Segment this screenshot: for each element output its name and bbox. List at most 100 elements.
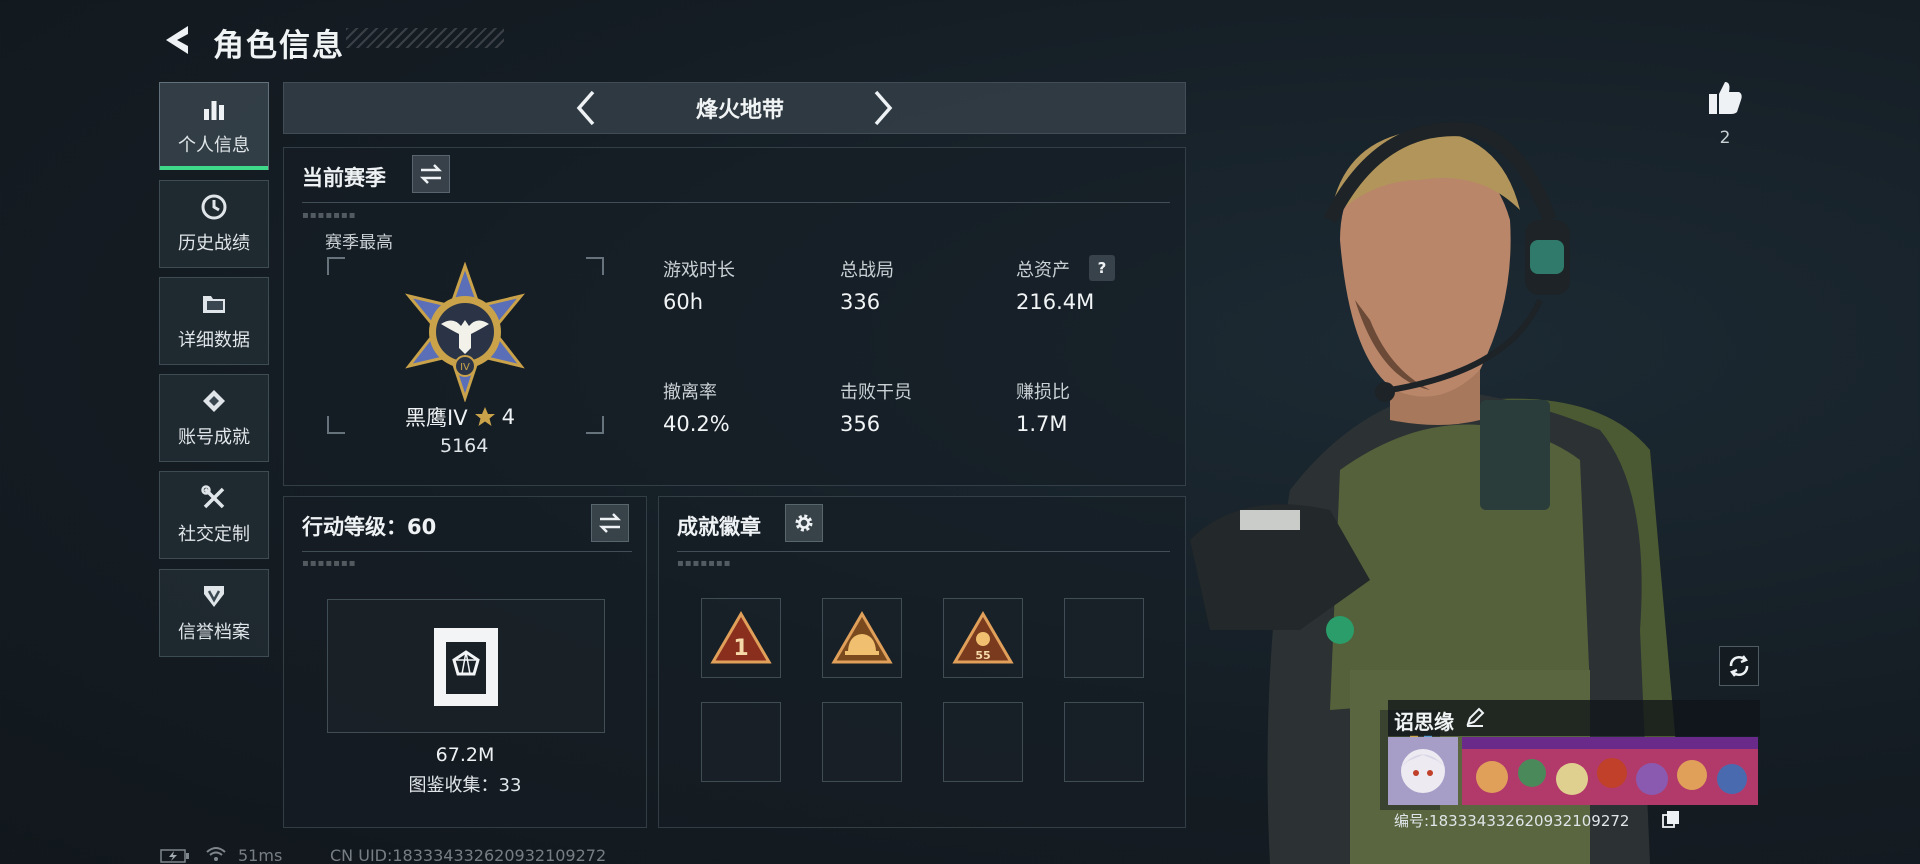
achievement-icon [203, 390, 225, 412]
stat-assets-value: 216.4M [1016, 290, 1095, 314]
eagle-rank-emblem-icon: IV [405, 261, 525, 403]
back-arrow-icon [166, 26, 188, 54]
rank-name-row: 黑鹰IV 4 [405, 402, 515, 432]
mode-prev-button[interactable] [571, 88, 601, 128]
stat-profit-ratio-value: 1.7M [1016, 412, 1068, 436]
pencil-icon [1466, 707, 1485, 727]
avatar[interactable] [1388, 737, 1458, 805]
bar-chart-icon [204, 101, 224, 120]
rank-stars: 4 [501, 405, 515, 429]
badge-number: 55 [975, 649, 990, 662]
season-panel-title: 当前赛季 [302, 166, 386, 190]
swap-arrows-icon [598, 513, 622, 533]
sidebar-item-label: 历史战绩 [178, 233, 250, 254]
badges-panel-title: 成就徽章 [677, 515, 761, 539]
badge-slot-empty[interactable] [943, 702, 1023, 782]
badge-number: 1 [733, 636, 748, 661]
stat-extract-rate-label: 撤离率 [663, 382, 717, 403]
stat-kills-label: 击败干员 [840, 382, 912, 403]
divider [302, 551, 632, 552]
sidebar-item-label: 信誉档案 [178, 622, 250, 643]
stat-assets-label: 总资产 [1016, 260, 1070, 281]
sidebar-item-history[interactable]: 历史战绩 [159, 180, 269, 268]
divider [302, 202, 1170, 203]
divider [677, 551, 1170, 552]
frame-corner [586, 257, 604, 275]
season-switch-button[interactable] [412, 155, 450, 193]
stat-playtime-label: 游戏时长 [663, 260, 735, 281]
stat-matches-value: 336 [840, 290, 881, 314]
rotate-icon [1729, 655, 1749, 677]
collection-count: 图鉴收集：33 [408, 775, 522, 796]
stat-matches-label: 总战局 [840, 260, 894, 281]
anime-avatar-image [1388, 737, 1458, 805]
sidebar-item-label: 个人信息 [178, 135, 250, 156]
mode-next-button[interactable] [868, 88, 898, 128]
edit-name-button[interactable] [1464, 706, 1486, 728]
player-name: 诏思缘 [1394, 710, 1454, 734]
badge-slot-empty[interactable] [1064, 598, 1144, 678]
sidebar-item-details[interactable]: 详细数据 [159, 277, 269, 365]
copy-id-button[interactable] [1662, 810, 1680, 828]
vault-gem-icon [434, 628, 498, 706]
help-icon: ? [1097, 259, 1107, 277]
badge-slot[interactable]: 55 [943, 598, 1023, 678]
helmet-triangle-badge [831, 611, 893, 664]
chevron-left-icon [576, 90, 595, 126]
svg-text:IV: IV [460, 362, 470, 373]
name-card-banner[interactable] [1462, 737, 1758, 805]
rank-score: 5164 [440, 435, 489, 457]
stat-extract-rate-value: 40.2% [663, 412, 730, 436]
stat-kills-value: 356 [840, 412, 881, 436]
ping-value: 51ms [238, 846, 283, 864]
badge-slot-empty[interactable] [1064, 702, 1144, 782]
gear-icon [795, 514, 813, 532]
level-value: 67.2M [435, 744, 495, 766]
star-icon [474, 407, 495, 426]
season-best-label: 赛季最高 [325, 233, 393, 253]
wrench-screwdriver-icon [201, 485, 225, 509]
like-count: 2 [1719, 128, 1731, 148]
battery-icon [160, 848, 190, 863]
badge-slot-empty[interactable] [701, 702, 781, 782]
sidebar-item-label: 社交定制 [178, 524, 250, 545]
rank-emblem: IV [395, 261, 535, 403]
sidebar-item-achievements[interactable]: 账号成就 [159, 374, 269, 462]
copy-icon [1662, 811, 1679, 828]
cn-uid: CN UID:183334332620932109272 [330, 846, 607, 864]
wifi-signal-icon [206, 847, 226, 861]
title-decoration [346, 28, 504, 48]
back-button[interactable] [160, 22, 194, 58]
assets-help-button[interactable]: ? [1089, 255, 1115, 281]
sidebar-item-reputation[interactable]: 信誉档案 [159, 569, 269, 657]
page-title: 角色信息 [213, 28, 345, 64]
battery-charging-icon [160, 849, 189, 863]
collection-icon [428, 622, 504, 708]
chevron-right-icon [874, 90, 893, 126]
sidebar-item-label: 账号成就 [178, 427, 250, 448]
badge-slot-empty[interactable] [822, 702, 902, 782]
sidebar-item-label: 详细数据 [178, 330, 250, 351]
level-switch-button[interactable] [591, 504, 629, 542]
folder-icon [203, 296, 225, 313]
sidebar-item-profile[interactable]: 个人信息 [159, 82, 269, 170]
player-id: 编号:1833343326209321092​72 [1394, 812, 1630, 830]
rotate-view-button[interactable] [1719, 646, 1759, 686]
mode-label: 烽火地带 [695, 98, 784, 123]
skull-55-triangle-badge: 55 [952, 611, 1014, 664]
decoration-text: ▪▪▪▪▪▪▪ [302, 558, 357, 569]
decoration-text: ▪▪▪▪▪▪▪ [677, 558, 732, 569]
badge-slot[interactable]: 1 [701, 598, 781, 678]
like-button[interactable] [1705, 78, 1745, 118]
clock-icon [201, 194, 227, 220]
rank-name: 黑鹰IV [405, 406, 468, 430]
badge-slot[interactable] [822, 598, 902, 678]
badges-settings-button[interactable] [785, 504, 823, 542]
stat-playtime-value: 60h [663, 290, 704, 314]
stat-profit-ratio-label: 赚损比 [1016, 382, 1070, 403]
number-one-triangle-badge: 1 [710, 611, 772, 664]
shield-icon [204, 586, 224, 607]
festive-banner-image [1462, 737, 1758, 805]
swap-arrows-icon [419, 164, 443, 184]
sidebar-item-social[interactable]: 社交定制 [159, 471, 269, 559]
